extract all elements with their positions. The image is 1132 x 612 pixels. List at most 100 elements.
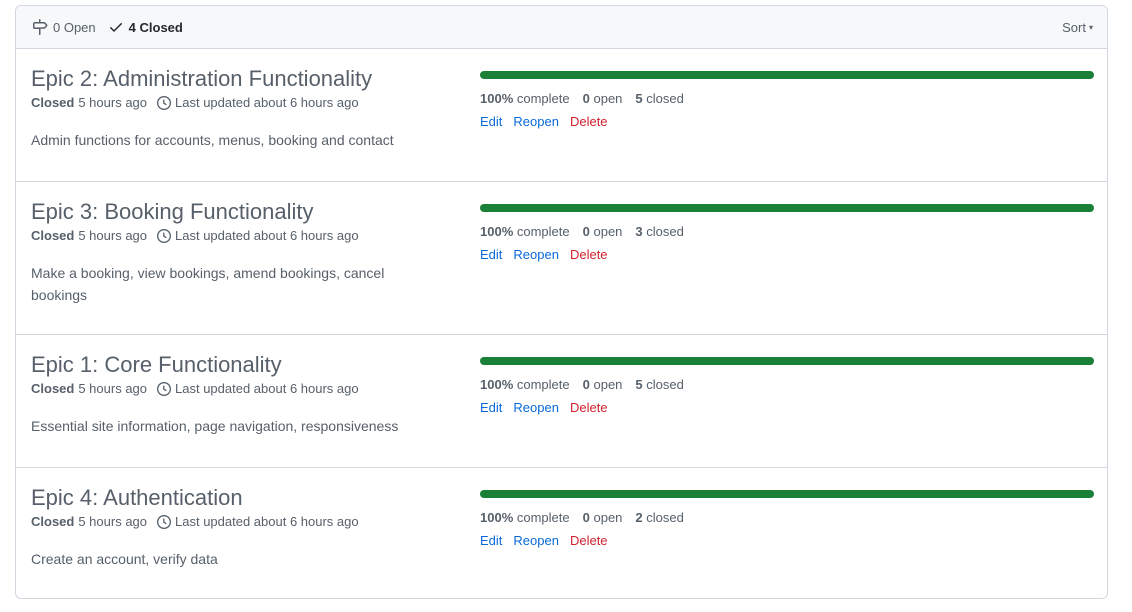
stat-open-label: open bbox=[593, 224, 623, 239]
stat-open: 0 open bbox=[583, 377, 623, 392]
stat-open-value: 0 bbox=[582, 91, 590, 106]
stat-closed: 5 closed bbox=[635, 91, 683, 106]
stat-closed-value: 5 bbox=[635, 91, 643, 106]
sort-label: Sort bbox=[1062, 19, 1086, 35]
edit-link[interactable]: Edit bbox=[480, 533, 502, 548]
milestone-description: Essential site information, page navigat… bbox=[31, 418, 399, 434]
stat-complete-label: complete bbox=[516, 510, 570, 525]
stat-closed-value: 5 bbox=[635, 377, 643, 392]
milestone-actions: Edit Reopen Delete bbox=[480, 400, 1094, 415]
milestone-info: Epic 1: Core Functionality Closed 5 hour… bbox=[31, 335, 451, 437]
milestone-closed-time: 5 hours ago bbox=[78, 228, 148, 243]
milestone-description: Make a booking, view bookings, amend boo… bbox=[31, 265, 385, 303]
milestone-meta: Closed 5 hours ago Last updated about 6 … bbox=[31, 95, 451, 110]
state-filters: 0 Open 4 Closed bbox=[32, 19, 1062, 35]
milestone-status: Closed bbox=[31, 95, 75, 110]
milestone-updated: Last updated about 6 hours ago bbox=[175, 514, 359, 529]
stat-open: 0 open bbox=[583, 510, 623, 525]
milestone-stats: 100% complete 0 open 3 closed bbox=[480, 224, 1094, 239]
milestone-title[interactable]: Epic 4: Authentication bbox=[31, 484, 451, 512]
milestone-actions: Edit Reopen Delete bbox=[480, 114, 1094, 129]
clock-icon bbox=[157, 514, 172, 529]
stat-closed-value: 3 bbox=[635, 224, 643, 239]
milestone-updated: Last updated about 6 hours ago bbox=[175, 95, 359, 110]
milestone-stats: 100% complete 0 open 5 closed bbox=[480, 91, 1094, 106]
progress-bar bbox=[480, 71, 1094, 79]
progress-bar-fill bbox=[480, 71, 1094, 79]
delete-link[interactable]: Delete bbox=[570, 400, 608, 415]
milestone-closed-time: 5 hours ago bbox=[78, 381, 148, 396]
milestone-progress-area: 100% complete 0 open 5 closed Edit Reope… bbox=[480, 49, 1094, 129]
edit-link[interactable]: Edit bbox=[480, 400, 502, 415]
caret-down-icon: ▾ bbox=[1088, 22, 1093, 32]
stat-open: 0 open bbox=[583, 224, 623, 239]
milestone-row: Epic 3: Booking Functionality Closed 5 h… bbox=[16, 182, 1107, 335]
progress-bar-fill bbox=[480, 204, 1094, 212]
closed-filter-label: 4 Closed bbox=[128, 19, 183, 35]
stat-complete: 100% complete bbox=[480, 224, 570, 239]
milestone-info: Epic 2: Administration Functionality Clo… bbox=[31, 49, 451, 151]
delete-link[interactable]: Delete bbox=[570, 533, 608, 548]
milestone-stats: 100% complete 0 open 2 closed bbox=[480, 510, 1094, 525]
reopen-link[interactable]: Reopen bbox=[513, 247, 559, 262]
milestone-title[interactable]: Epic 2: Administration Functionality bbox=[31, 65, 451, 93]
stat-complete-label: complete bbox=[516, 91, 570, 106]
clock-icon bbox=[157, 228, 172, 243]
stat-open-label: open bbox=[593, 510, 623, 525]
milestone-stats: 100% complete 0 open 5 closed bbox=[480, 377, 1094, 392]
stat-complete-value: 100% bbox=[480, 510, 514, 525]
stat-closed-label: closed bbox=[646, 224, 684, 239]
reopen-link[interactable]: Reopen bbox=[513, 400, 559, 415]
milestone-closed-time: 5 hours ago bbox=[78, 514, 148, 529]
milestone-closed-time: 5 hours ago bbox=[78, 95, 148, 110]
clock-icon bbox=[157, 95, 172, 110]
stat-closed: 2 closed bbox=[635, 510, 683, 525]
reopen-link[interactable]: Reopen bbox=[513, 114, 559, 129]
milestone-icon bbox=[32, 19, 48, 35]
milestone-status: Closed bbox=[31, 514, 75, 529]
milestone-description: Admin functions for accounts, menus, boo… bbox=[31, 132, 394, 148]
stat-complete: 100% complete bbox=[480, 510, 570, 525]
stat-closed: 5 closed bbox=[635, 377, 683, 392]
milestone-meta: Closed 5 hours ago Last updated about 6 … bbox=[31, 228, 451, 243]
milestone-meta: Closed 5 hours ago Last updated about 6 … bbox=[31, 514, 451, 529]
milestone-actions: Edit Reopen Delete bbox=[480, 247, 1094, 262]
milestone-title[interactable]: Epic 3: Booking Functionality bbox=[31, 198, 451, 226]
milestone-status: Closed bbox=[31, 228, 75, 243]
clock-icon bbox=[157, 381, 172, 396]
milestone-progress-area: 100% complete 0 open 3 closed Edit Reope… bbox=[480, 182, 1094, 262]
stat-complete: 100% complete bbox=[480, 91, 570, 106]
milestone-status: Closed bbox=[31, 381, 75, 396]
milestone-progress-area: 100% complete 0 open 2 closed Edit Reope… bbox=[480, 468, 1094, 548]
milestone-list: Epic 2: Administration Functionality Clo… bbox=[16, 49, 1107, 598]
milestone-row: Epic 1: Core Functionality Closed 5 hour… bbox=[16, 335, 1107, 468]
stat-closed-label: closed bbox=[646, 377, 684, 392]
delete-link[interactable]: Delete bbox=[570, 114, 608, 129]
milestone-info: Epic 3: Booking Functionality Closed 5 h… bbox=[31, 182, 451, 306]
stat-closed: 3 closed bbox=[635, 224, 683, 239]
stat-complete-label: complete bbox=[516, 224, 570, 239]
stat-open-value: 0 bbox=[582, 224, 590, 239]
milestone-row: Epic 2: Administration Functionality Clo… bbox=[16, 49, 1107, 182]
stat-complete-value: 100% bbox=[480, 91, 514, 106]
check-icon bbox=[108, 19, 124, 35]
milestone-actions: Edit Reopen Delete bbox=[480, 533, 1094, 548]
closed-filter[interactable]: 4 Closed bbox=[108, 19, 183, 35]
stat-closed-label: closed bbox=[646, 510, 684, 525]
open-filter[interactable]: 0 Open bbox=[32, 19, 96, 35]
progress-bar bbox=[480, 357, 1094, 365]
milestones-header: 0 Open 4 Closed Sort ▾ bbox=[16, 6, 1107, 49]
stat-open-label: open bbox=[593, 377, 623, 392]
sort-dropdown[interactable]: Sort ▾ bbox=[1062, 20, 1093, 35]
milestone-row: Epic 4: Authentication Closed 5 hours ag… bbox=[16, 468, 1107, 598]
milestone-progress-area: 100% complete 0 open 5 closed Edit Reope… bbox=[480, 335, 1094, 415]
edit-link[interactable]: Edit bbox=[480, 114, 502, 129]
reopen-link[interactable]: Reopen bbox=[513, 533, 559, 548]
stat-open: 0 open bbox=[583, 91, 623, 106]
milestone-title[interactable]: Epic 1: Core Functionality bbox=[31, 351, 451, 379]
stat-open-value: 0 bbox=[582, 510, 590, 525]
milestone-meta: Closed 5 hours ago Last updated about 6 … bbox=[31, 381, 451, 396]
progress-bar bbox=[480, 490, 1094, 498]
delete-link[interactable]: Delete bbox=[570, 247, 608, 262]
edit-link[interactable]: Edit bbox=[480, 247, 502, 262]
